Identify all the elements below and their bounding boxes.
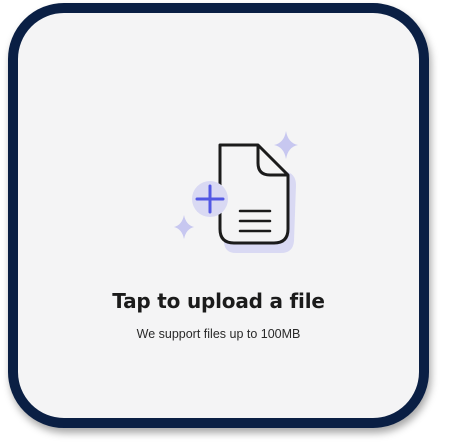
upload-subtitle: We support files up to 100MB xyxy=(136,327,301,341)
upload-title: Tap to upload a file xyxy=(112,289,325,313)
sparkle-icon xyxy=(274,131,298,159)
sparkle-icon xyxy=(174,215,194,239)
upload-dropzone[interactable]: Tap to upload a file We support files up… xyxy=(8,3,429,428)
document-shape xyxy=(218,143,290,245)
file-upload-icon xyxy=(174,131,298,253)
